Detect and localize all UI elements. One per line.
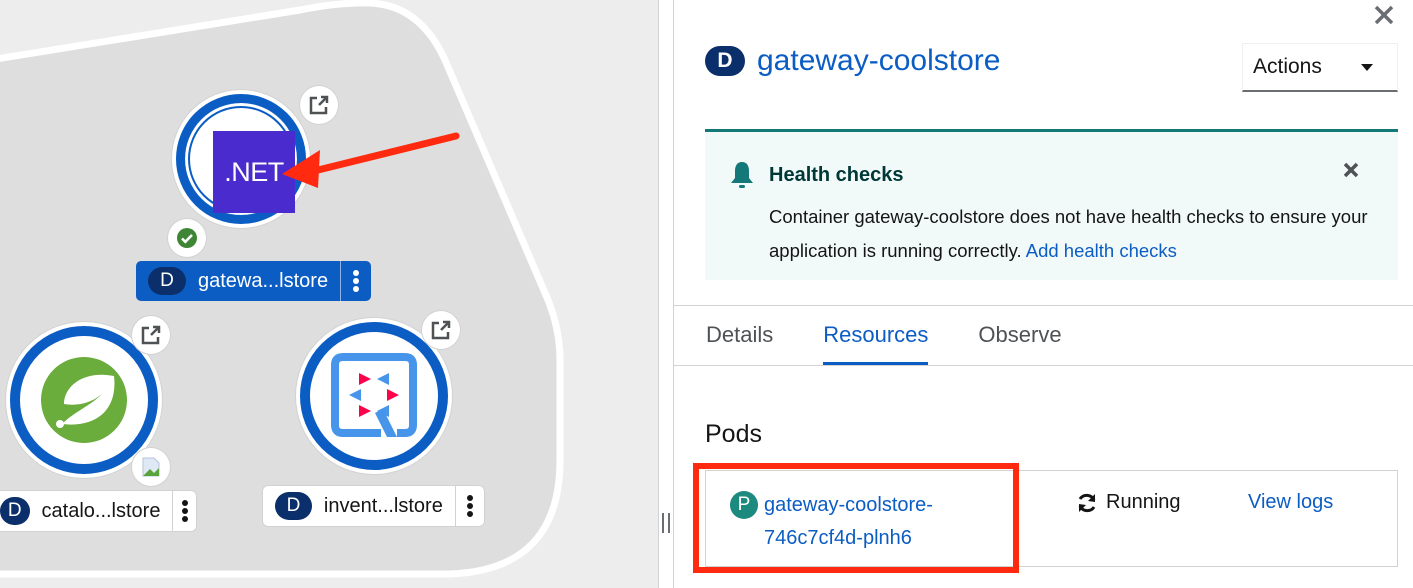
external-link-icon [141, 325, 161, 345]
sync-icon [1078, 493, 1096, 512]
close-icon [1343, 162, 1359, 178]
deployment-kind-badge: D [0, 497, 30, 525]
build-status-badge[interactable] [168, 219, 206, 257]
panel-tabs: Details Resources Observe [674, 306, 1413, 366]
pod-name-link[interactable]: gateway-coolstore- 746c7cf4d-plnh6 [764, 489, 984, 555]
close-icon [1374, 5, 1394, 25]
kebab-icon [352, 270, 359, 292]
open-url-button[interactable] [300, 86, 338, 124]
broken-image-icon [142, 457, 160, 477]
node-kebab-menu[interactable] [172, 491, 196, 531]
app-root: .NET D gatewa...lstore D catalo...lstore… [0, 0, 1413, 588]
node-name: gatewa...lstore [198, 269, 329, 292]
alert-title: Health checks [769, 164, 904, 186]
caret-down-icon [1361, 63, 1373, 71]
node-kebab-menu[interactable] [454, 486, 484, 526]
pod-status-text: Running [1106, 491, 1181, 513]
actions-label: Actions [1253, 55, 1322, 78]
bell-icon [731, 162, 753, 188]
check-circle-icon [177, 228, 197, 248]
view-logs-link[interactable]: View logs [1248, 491, 1333, 514]
health-checks-alert: Health checks Container gateway-coolstor… [705, 129, 1398, 280]
dotnet-logo-text: .NET [224, 156, 284, 187]
pod-status: Running [1076, 491, 1181, 514]
kebab-icon [466, 495, 473, 517]
tab-resources[interactable]: Resources [823, 306, 929, 365]
side-panel: D gateway-coolstore Actions Health check… [674, 0, 1413, 588]
pod-list-item: P gateway-coolstore- 746c7cf4d-plnh6 Run… [705, 470, 1398, 567]
broken-image-badge[interactable] [132, 448, 170, 486]
kebab-icon [181, 500, 188, 522]
actions-dropdown[interactable]: Actions [1242, 43, 1398, 92]
pods-heading: Pods [705, 420, 762, 448]
external-link-icon [431, 320, 451, 340]
topology-canvas[interactable]: .NET D gatewa...lstore D catalo...lstore… [0, 0, 658, 588]
deployment-kind-badge: D [275, 492, 312, 520]
node-label-inventory[interactable]: D invent...lstore [263, 486, 484, 526]
node-label-gateway[interactable]: D gatewa...lstore [136, 261, 371, 301]
open-url-button[interactable] [422, 311, 460, 349]
close-panel-button[interactable] [1373, 0, 1395, 34]
pod-kind-badge: P [730, 491, 758, 519]
panel-resize-splitter[interactable] [658, 0, 674, 588]
drag-handle-icon[interactable] [662, 513, 670, 533]
node-name: invent...lstore [323, 494, 443, 517]
deployment-kind-badge: D [705, 46, 745, 76]
add-health-checks-link[interactable]: Add health checks [1026, 240, 1177, 261]
resource-title-link[interactable]: gateway-coolstore [757, 44, 1000, 78]
node-kebab-menu[interactable] [340, 261, 370, 301]
open-url-button[interactable] [132, 316, 170, 354]
pod-name-line2: 746c7cf4d-plnh6 [764, 527, 912, 549]
dotnet-logo-icon: .NET [213, 131, 295, 213]
quarkus-logo-icon [331, 353, 417, 437]
pod-name-line1: gateway-coolstore- [764, 494, 933, 516]
tab-observe[interactable]: Observe [978, 306, 1061, 365]
alert-close-button[interactable] [1342, 158, 1360, 186]
spring-leaf-logo-icon [41, 357, 127, 443]
external-link-icon [309, 95, 329, 115]
node-name: catalo...lstore [41, 499, 161, 522]
tab-details[interactable]: Details [706, 306, 773, 365]
panel-header: D gateway-coolstore [705, 44, 1000, 78]
alert-body: Container gateway-coolstore does not hav… [769, 200, 1389, 268]
node-label-catalog[interactable]: D catalo...lstore [0, 491, 196, 531]
topology-node-gateway[interactable]: .NET [172, 90, 310, 228]
deployment-kind-badge: D [148, 267, 186, 295]
